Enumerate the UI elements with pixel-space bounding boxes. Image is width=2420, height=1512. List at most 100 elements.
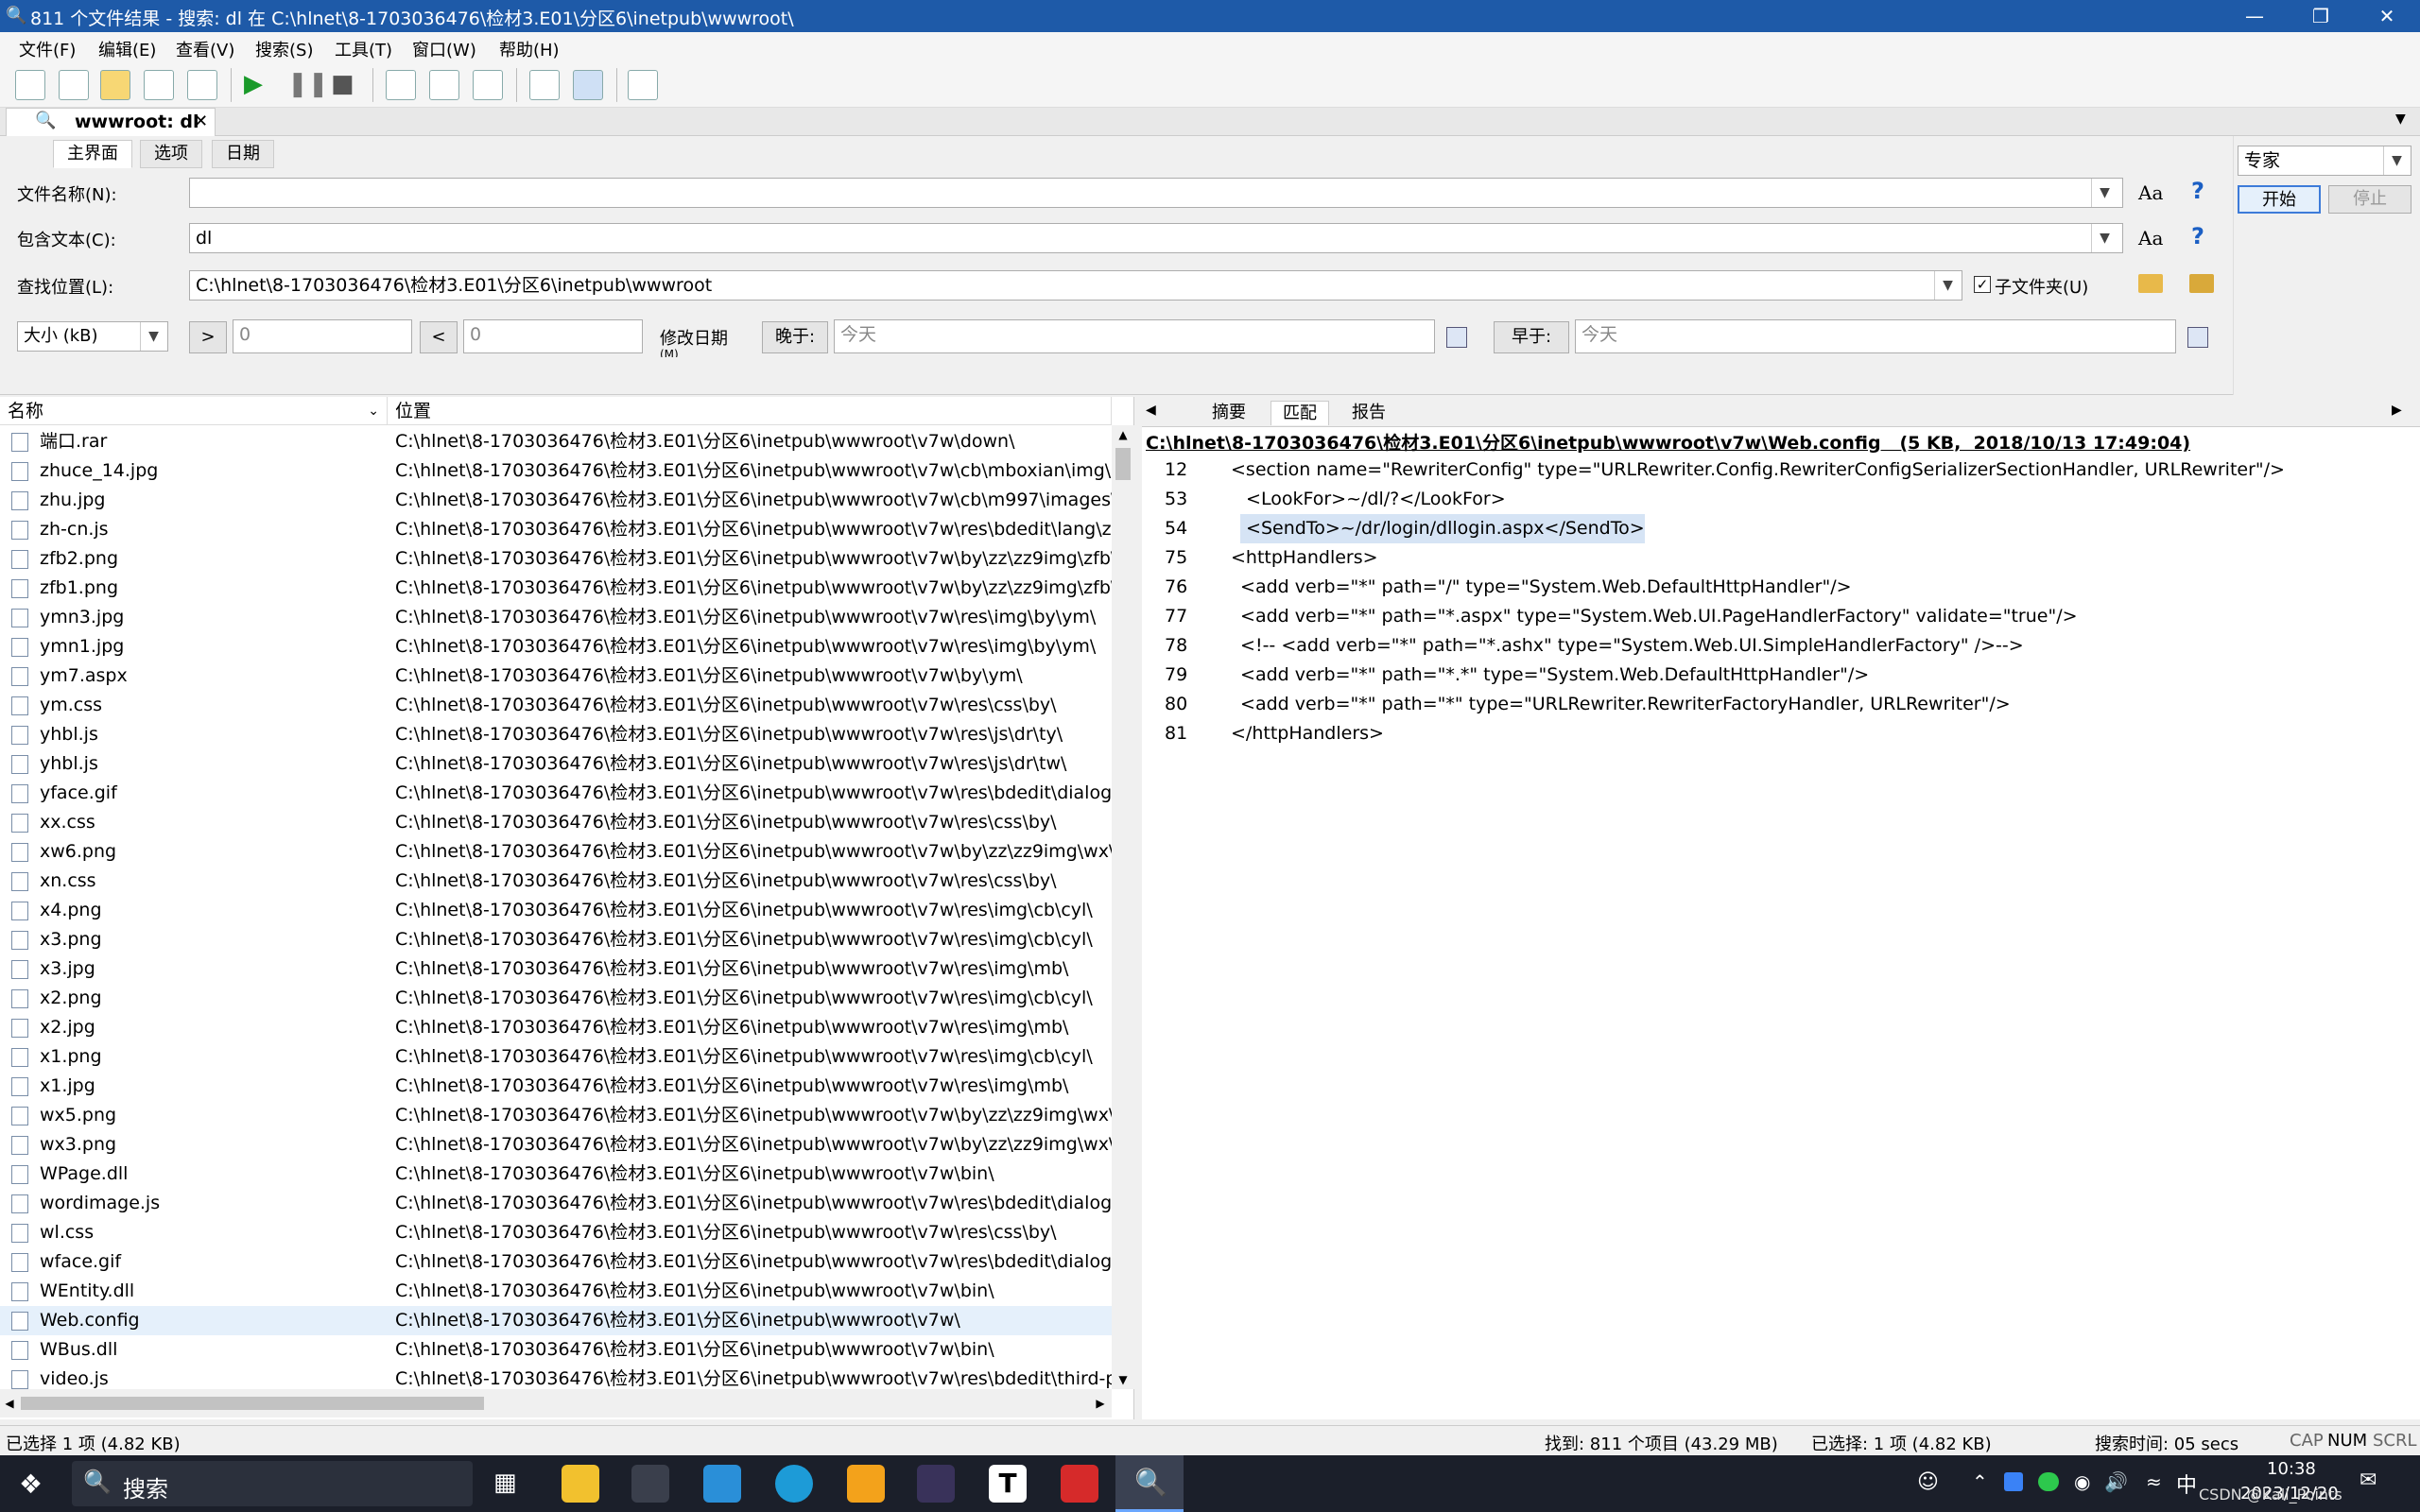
menu-tools[interactable]: 工具(T) [335,37,392,61]
menu-help[interactable]: 帮助(H) [499,37,560,61]
chevron-down-icon[interactable]: ▼ [1934,271,1961,300]
help-icon[interactable]: ? [2191,223,2204,249]
match-line[interactable]: 53 <LookFor>~/dl/?</LookFor> [1142,485,2420,514]
scroll-thumb[interactable] [21,1397,484,1410]
table-row[interactable]: x3.png C:\hlnet\8-1703036476\检材3.E01\分区6\… [0,925,1112,954]
after-date-input[interactable]: 今天 [834,319,1435,353]
chevron-up-icon[interactable]: ▲ [1114,425,1132,444]
table-row[interactable]: ymn1.jpg C:\hlnet\8-1703036476\检材3.E01\分区… [0,632,1112,662]
table-row[interactable]: zhuce_14.jpg C:\hlnet\8-1703036476\检材3.E0… [0,456,1112,486]
layout-icon[interactable] [386,70,416,100]
subfolders-checkbox[interactable]: ✓ [1974,276,1991,293]
new-file-icon[interactable] [15,70,45,100]
chevron-down-icon[interactable]: ⌄ [368,397,379,425]
after-button[interactable]: 晚于: [762,321,828,353]
table-row[interactable]: zfb2.png C:\hlnet\8-1703036476\检材3.E01\分区… [0,544,1112,574]
location-input[interactable]: C:\hlnet\8-1703036476\检材3.E01\分区6\inetpu… [189,270,1962,301]
match-line[interactable]: 12 <section name="RewriterConfig" type="U… [1142,455,2420,485]
table-row[interactable]: x3.jpg C:\hlnet\8-1703036476\检材3.E01\分区6\… [0,954,1112,984]
size-less-button[interactable]: < [420,321,458,353]
file-explorer-icon[interactable] [562,1465,599,1503]
print-icon[interactable] [529,70,560,100]
table-row[interactable]: Web.config C:\hlnet\8-1703036476\检材3.E01\… [0,1306,1112,1335]
table-row[interactable]: wl.css C:\hlnet\8-1703036476\检材3.E01\分区6\… [0,1218,1112,1247]
tray-app-icon[interactable] [2004,1472,2023,1491]
table-row[interactable]: x2.jpg C:\hlnet\8-1703036476\检材3.E01\分区6\… [0,1013,1112,1042]
minimize-button[interactable]: — [2221,0,2288,32]
search-app-taskbar-button[interactable]: 🔍 [1115,1455,1184,1512]
play-icon[interactable]: ▶ [244,70,274,100]
match-case-icon[interactable]: Aa [2138,227,2163,249]
folder-options-icon[interactable] [2189,274,2214,293]
table-row[interactable]: 端口.rar C:\hlnet\8-1703036476\检材3.E01\分区6\… [0,427,1112,456]
table-row[interactable]: wx5.png C:\hlnet\8-1703036476\检材3.E01\分区6… [0,1101,1112,1130]
panes-icon[interactable] [429,70,459,100]
scroll-thumb[interactable] [1115,448,1131,480]
match-line[interactable]: 81 </httpHandlers> [1142,719,2420,748]
match-line[interactable]: 78 <!-- <add verb="*" path="*.ashx" type… [1142,631,2420,661]
table-row[interactable]: zh-cn.js C:\hlnet\8-1703036476\检材3.E01\分区… [0,515,1112,544]
table-row[interactable]: yface.gif C:\hlnet\8-1703036476\检材3.E01\分… [0,779,1112,808]
notes-icon[interactable] [847,1465,885,1503]
chevron-down-icon[interactable]: ▼ [1114,1370,1132,1389]
table-row[interactable]: xx.css C:\hlnet\8-1703036476\检材3.E01\分区6\… [0,808,1112,837]
col-name-header[interactable]: 名称 ⌄ [0,397,388,425]
table-row[interactable]: xn.css C:\hlnet\8-1703036476\检材3.E01\分区6\… [0,867,1112,896]
folder-icon[interactable] [2138,274,2163,293]
close-icon[interactable]: ✕ [194,112,208,131]
table-row[interactable]: zhu.jpg C:\hlnet\8-1703036476\检材3.E01\分区6… [0,486,1112,515]
chevron-up-icon[interactable]: ⌃ [1972,1470,1988,1493]
pen-app-icon[interactable] [917,1465,955,1503]
table-row[interactable]: x2.png C:\hlnet\8-1703036476\检材3.E01\分区6\… [0,984,1112,1013]
doc-tab-wwwroot[interactable]: 🔍 wwwroot: dl ✕ [6,108,216,136]
menu-search[interactable]: 搜索(S) [255,37,313,61]
chevron-right-icon[interactable]: ▶ [1091,1393,1110,1414]
size-greater-button[interactable]: > [189,321,227,353]
calendar-icon[interactable] [1446,327,1467,348]
notification-icon[interactable]: ✉ [2360,1469,2377,1492]
chevron-left-icon[interactable]: ◀ [0,1393,19,1414]
stop-icon[interactable]: ■ [331,70,361,100]
terminal-icon[interactable] [631,1465,669,1503]
settings-doc-icon[interactable] [473,70,503,100]
vertical-scrollbar[interactable]: ▲ ▼ [1112,425,1134,1389]
start-button[interactable]: 开始 [2238,185,2321,214]
open-folder-icon[interactable] [100,70,130,100]
table-row[interactable]: WEntity.dll C:\hlnet\8-1703036476\检材3.E01… [0,1277,1112,1306]
maximize-button[interactable]: ❐ [2288,0,2354,32]
tools-icon[interactable] [628,70,658,100]
chevron-down-icon[interactable]: ▼ [2395,112,2406,127]
chevron-down-icon[interactable]: ▼ [2091,224,2118,252]
pdf-icon[interactable] [1061,1465,1098,1503]
export-icon[interactable] [187,70,217,100]
match-case-icon[interactable]: Aa [2138,181,2163,204]
clock-time[interactable]: 10:38 [2267,1459,2316,1479]
chevron-right-icon[interactable]: ▶ [2392,403,2402,418]
before-button[interactable]: 早于: [1494,321,1569,353]
before-date-input[interactable]: 今天 [1575,319,2176,353]
table-row[interactable]: x1.jpg C:\hlnet\8-1703036476\检材3.E01\分区6\… [0,1072,1112,1101]
match-line[interactable]: 76 <add verb="*" path="/" type="System.W… [1142,573,2420,602]
save-icon[interactable] [144,70,174,100]
tab-summary[interactable]: 摘要 [1201,401,1257,425]
pause-icon[interactable]: ❚❚ [287,70,329,100]
table-row[interactable]: wface.gif C:\hlnet\8-1703036476\检材3.E01\分… [0,1247,1112,1277]
size-min-input[interactable]: 0 [233,319,412,353]
chevron-left-icon[interactable]: ◀ [1146,403,1156,418]
filename-input[interactable] [189,178,2123,208]
table-row[interactable]: yhbl.js C:\hlnet\8-1703036476\检材3.E01\分区6… [0,720,1112,749]
menu-edit[interactable]: 编辑(E) [98,37,156,61]
horizontal-scrollbar[interactable]: ◀ ▶ [0,1389,1112,1418]
tab-options[interactable]: 选项 [140,140,202,168]
table-row[interactable]: x1.png C:\hlnet\8-1703036476\检材3.E01\分区6\… [0,1042,1112,1072]
match-line[interactable]: 77 <add verb="*" path="*.aspx" type="Sys… [1142,602,2420,631]
menu-window[interactable]: 窗口(W) [412,37,476,61]
people-icon[interactable]: ☺ [1917,1470,1939,1494]
table-row[interactable]: ym.css C:\hlnet\8-1703036476\检材3.E01\分区6\… [0,691,1112,720]
task-view-icon[interactable]: ▦ [493,1469,517,1497]
chevron-down-icon[interactable]: ▼ [2091,179,2118,207]
table-row[interactable]: wx3.png C:\hlnet\8-1703036476\检材3.E01\分区6… [0,1130,1112,1160]
table-row[interactable]: x4.png C:\hlnet\8-1703036476\检材3.E01\分区6\… [0,896,1112,925]
table-row[interactable]: yhbl.js C:\hlnet\8-1703036476\检材3.E01\分区6… [0,749,1112,779]
chevron-down-icon[interactable]: ▼ [140,322,166,351]
